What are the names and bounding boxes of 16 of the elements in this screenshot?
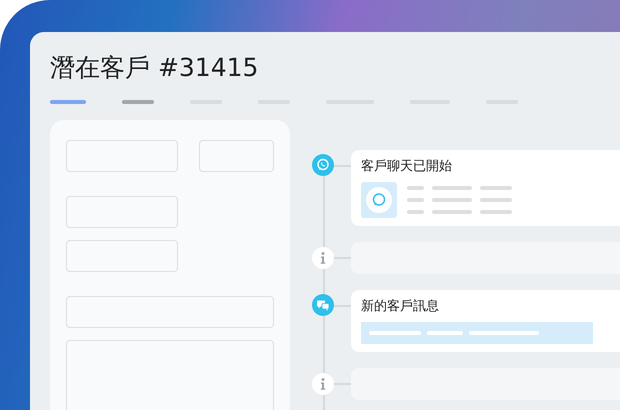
info-icon — [312, 373, 334, 395]
input-field[interactable] — [199, 140, 274, 172]
chat-bubble-icon — [366, 187, 392, 213]
event-title: 新的客戶訊息 — [361, 298, 440, 316]
info-icon — [312, 247, 334, 269]
tab[interactable] — [50, 100, 86, 104]
input-field[interactable] — [66, 140, 178, 172]
tab[interactable] — [122, 100, 154, 104]
chat-bubble-icon — [312, 154, 334, 176]
window-title: 潛在客戶 #31415 — [50, 52, 260, 84]
input-field[interactable] — [66, 240, 178, 272]
input-field[interactable] — [66, 296, 274, 328]
input-field[interactable] — [66, 340, 274, 410]
input-field[interactable] — [66, 196, 178, 228]
chat-bubbles-icon — [312, 294, 334, 316]
event-title: 客戶聊天已開始 — [361, 158, 453, 176]
